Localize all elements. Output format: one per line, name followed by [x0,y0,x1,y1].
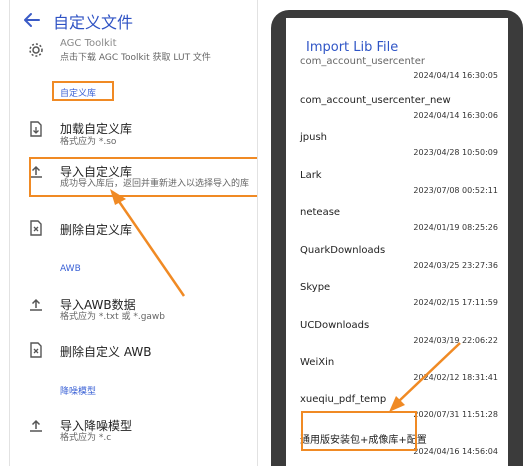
file-delete-icon [30,220,42,236]
dialog-title: Import Lib File [306,40,399,55]
import-denoise-model-item[interactable]: 导入降噪模型 格式应为 *.c [10,416,257,452]
file-name: com_account_usercenter [300,56,425,67]
file-name: WeiXin [300,357,335,368]
file-row[interactable]: WeiXin 2024/02/12 18:31:41 [286,357,508,394]
section-header-denoise: 降噪模型 [60,387,97,397]
agc-toolkit-item[interactable]: AGC Toolkit 点击下载 AGC Toolkit 获取 LUT 文件 [10,38,257,68]
item-subtitle: 格式应为 *.c [60,433,112,443]
file-date: 2024/03/19 22:06:22 [413,336,498,345]
file-name: com_account_usercenter_new [300,95,451,106]
file-name: Lark [300,170,322,181]
import-awb-item[interactable]: 导入AWB数据 格式应为 *.txt 或 *.gawb [10,295,257,331]
phone-frame: Import Lib File com_account_usercenter 2… [271,10,523,466]
section-header-awb: AWB [60,264,81,274]
file-row[interactable]: jpush 2023/04/28 10:50:09 [286,132,508,169]
file-date: 2024/04/14 16:30:05 [413,71,498,80]
file-row[interactable]: Lark 2023/07/08 00:52:11 [286,170,508,207]
settings-screen: 自定义文件 AGC Toolkit 点击下载 AGC Toolkit 获取 LU… [9,0,258,466]
highlight-box [29,157,257,197]
file-date: 2024/03/25 23:27:36 [413,261,498,270]
file-row[interactable]: com_account_usercenter 2024/04/14 16:30:… [286,56,508,95]
file-row[interactable]: netease 2024/01/19 08:25:26 [286,207,508,244]
delete-custom-awb-item[interactable]: 删除自定义 AWB [10,342,257,362]
item-title: 加载自定义库 [60,122,133,136]
file-name: UCDownloads [300,320,370,331]
file-row[interactable]: com_account_usercenter_new 2024/04/14 16… [286,95,508,132]
page-title: 自定义文件 [53,13,134,32]
file-delete-icon [30,342,42,358]
item-subtitle: 格式应为 *.txt 或 *.gawb [60,312,165,322]
file-name: netease [300,207,341,218]
file-date: 2024/04/16 14:56:04 [413,447,498,456]
file-name: jpush [300,132,328,143]
file-row[interactable]: UCDownloads 2024/03/19 22:06:22 [286,320,508,357]
delete-custom-lib-item[interactable]: 删除自定义库 [10,220,257,240]
upload-icon [30,298,42,311]
file-date: 2023/04/28 10:50:09 [413,148,498,157]
item-subtitle: 点击下载 AGC Toolkit 获取 LUT 文件 [60,53,211,63]
file-date: 2024/04/14 16:30:06 [413,111,498,120]
file-date: 2024/01/19 08:25:26 [413,223,498,232]
load-custom-lib-item[interactable]: 加载自定义库 格式应为 *.so [10,118,257,154]
file-date: 2020/07/31 11:51:28 [413,410,498,419]
file-load-icon [30,121,42,137]
file-name: Skype [300,282,331,293]
file-row[interactable]: QuarkDownloads 2024/03/25 23:27:36 [286,245,508,282]
import-lib-dialog: Import Lib File com_account_usercenter 2… [286,18,508,466]
gear-icon [29,43,43,57]
item-subtitle: 格式应为 *.so [60,137,117,147]
highlight-box [301,411,417,451]
file-row[interactable]: Skype 2024/02/15 17:11:59 [286,282,508,319]
item-title: 删除自定义 AWB [60,345,152,359]
file-date: 2023/07/08 00:52:11 [413,186,498,195]
highlight-box [52,81,114,101]
upload-icon [30,419,42,432]
app-bar: 自定义文件 [10,0,257,42]
item-title: AGC Toolkit [60,38,117,49]
file-name: xueqiu_pdf_temp [300,394,387,405]
file-date: 2024/02/15 17:11:59 [413,298,498,307]
file-date: 2024/02/12 18:31:41 [413,373,498,382]
file-name: QuarkDownloads [300,245,386,256]
back-arrow-icon[interactable] [22,10,42,30]
item-title: 删除自定义库 [60,223,133,237]
